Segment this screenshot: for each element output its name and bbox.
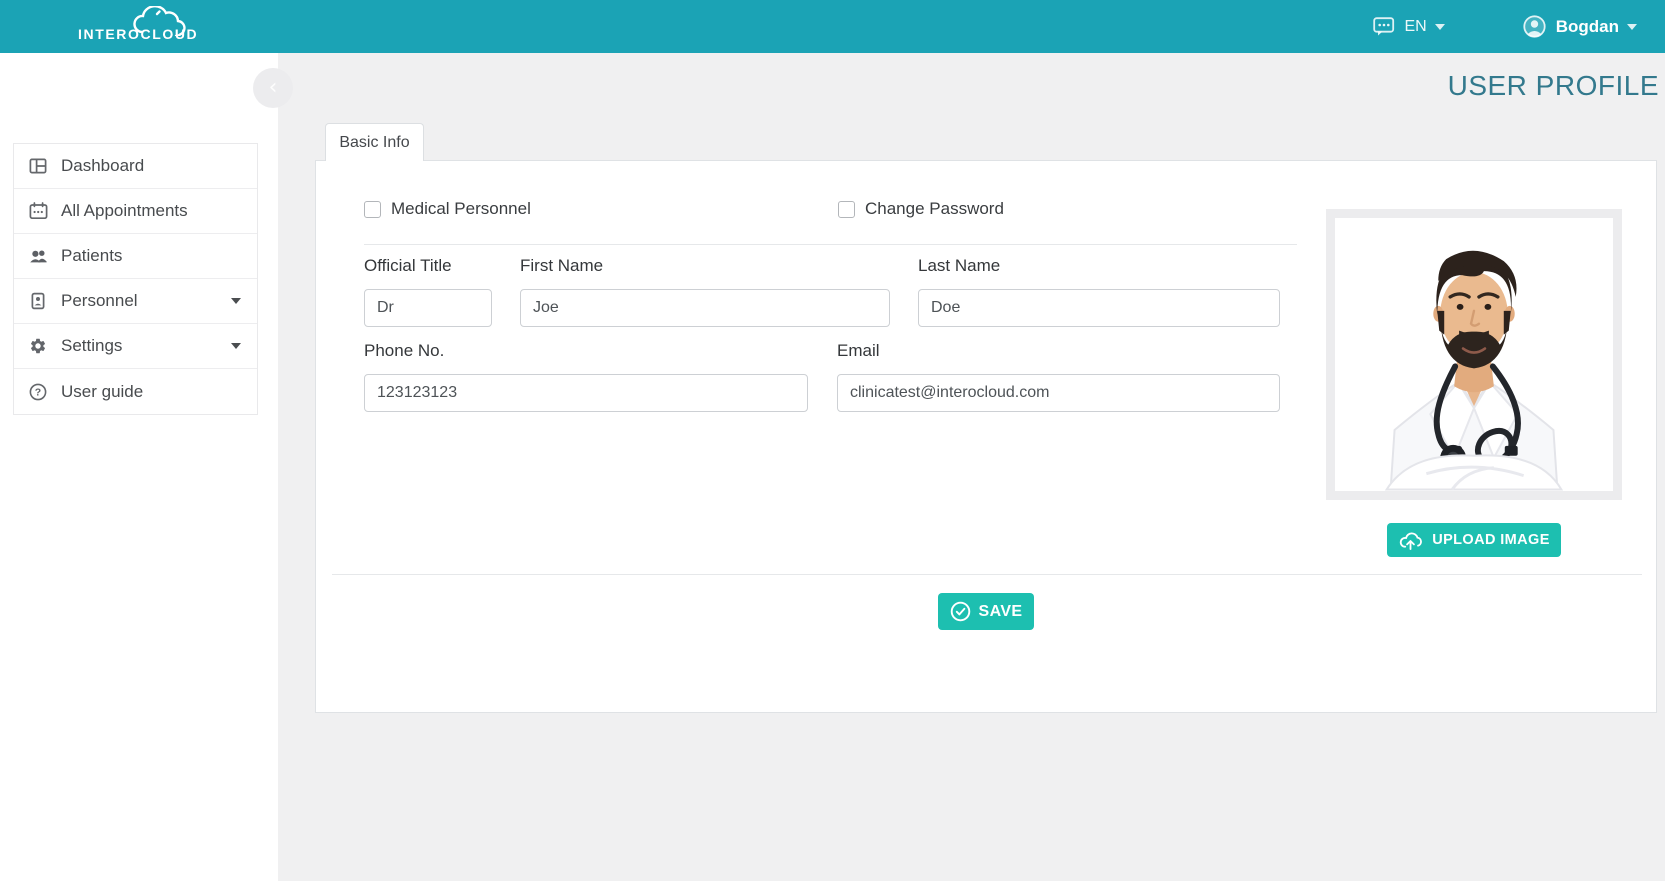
calendar-icon — [28, 202, 48, 220]
submenu-caret-icon — [231, 343, 241, 349]
chat-bubble-icon — [1373, 17, 1395, 37]
chevron-down-icon — [1627, 24, 1637, 30]
phone-label: Phone No. — [364, 341, 444, 361]
footer-divider — [332, 574, 1642, 575]
change-password-checkbox-row[interactable]: Change Password — [838, 199, 1004, 219]
sidebar-item-label: Personnel — [61, 291, 138, 311]
checkbox-label: Medical Personnel — [391, 199, 531, 219]
logo-wordmark: INTEROCLOUD — [78, 26, 198, 42]
language-label: EN — [1404, 18, 1426, 36]
user-menu[interactable]: Bogdan — [1523, 15, 1637, 38]
main-content: USER PROFILE Basic Info Medical Personne… — [278, 53, 1665, 881]
profile-photo — [1326, 209, 1622, 500]
first-name-label: First Name — [520, 256, 603, 276]
upload-image-label: UPLOAD IMAGE — [1432, 532, 1550, 548]
tab-basic-info[interactable]: Basic Info — [325, 123, 424, 161]
chevron-down-icon — [1435, 24, 1445, 30]
username-label: Bogdan — [1556, 17, 1619, 37]
sidebar-item-patients[interactable]: Patients — [14, 234, 257, 279]
check-circle-icon — [950, 601, 971, 622]
sidebar-item-label: User guide — [61, 382, 143, 402]
checkbox-label: Change Password — [865, 199, 1004, 219]
sidebar-collapse-button[interactable]: ‹ — [253, 68, 293, 108]
form-divider — [364, 244, 1297, 245]
sidebar-item-user-guide[interactable]: ? User guide — [14, 369, 257, 414]
last-name-label: Last Name — [918, 256, 1000, 276]
page-title: USER PROFILE — [1448, 70, 1659, 102]
sidebar-item-label: Dashboard — [61, 156, 144, 176]
sidebar-item-all-appointments[interactable]: All Appointments — [14, 189, 257, 234]
header-controls: EN Bogdan — [1373, 0, 1637, 53]
save-button[interactable]: SAVE — [938, 593, 1034, 630]
sidebar-item-label: All Appointments — [61, 201, 188, 221]
svg-text:?: ? — [35, 386, 41, 398]
last-name-field[interactable] — [918, 289, 1280, 327]
email-field[interactable] — [837, 374, 1280, 412]
help-icon: ? — [28, 383, 48, 401]
medical-personnel-checkbox-row[interactable]: Medical Personnel — [364, 199, 531, 219]
profile-card: Medical Personnel Change Password Offici… — [315, 160, 1657, 713]
dashboard-icon — [28, 157, 48, 175]
email-label: Email — [837, 341, 880, 361]
app-logo[interactable]: INTEROCLOUD — [78, 8, 210, 48]
user-profile-page: INTEROCLOUD EN Bogda — [0, 0, 1665, 881]
medical-personnel-checkbox[interactable] — [364, 201, 381, 218]
save-label: SAVE — [979, 603, 1023, 621]
sidebar: Dashboard All Appointments — [0, 53, 278, 881]
sidebar-menu: Dashboard All Appointments — [13, 143, 258, 415]
phone-field[interactable] — [364, 374, 808, 412]
settings-icon — [28, 337, 48, 355]
change-password-checkbox[interactable] — [838, 201, 855, 218]
sidebar-item-settings[interactable]: Settings — [14, 324, 257, 369]
official-title-label: Official Title — [364, 256, 452, 276]
sidebar-item-personnel[interactable]: Personnel — [14, 279, 257, 324]
sidebar-item-label: Patients — [61, 246, 122, 266]
cloud-upload-icon — [1398, 530, 1423, 551]
personnel-icon — [28, 292, 48, 310]
patients-icon — [28, 247, 48, 265]
sidebar-item-label: Settings — [61, 336, 122, 356]
top-navbar: INTEROCLOUD EN Bogda — [0, 0, 1665, 53]
upload-image-button[interactable]: UPLOAD IMAGE — [1387, 523, 1561, 557]
avatar-icon — [1523, 15, 1546, 38]
doctor-portrait-image — [1335, 218, 1613, 491]
submenu-caret-icon — [231, 298, 241, 304]
language-selector[interactable]: EN — [1373, 17, 1444, 37]
sidebar-item-dashboard[interactable]: Dashboard — [14, 144, 257, 189]
official-title-field[interactable] — [364, 289, 492, 327]
first-name-field[interactable] — [520, 289, 890, 327]
